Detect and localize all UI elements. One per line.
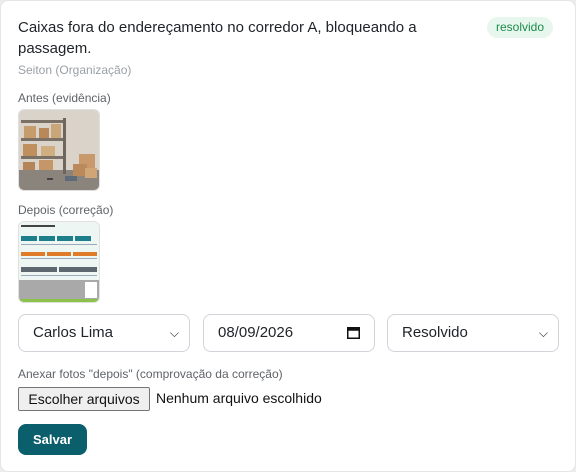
issue-category: Seiton (Organização)	[18, 63, 132, 77]
save-button[interactable]: Salvar	[18, 424, 87, 455]
before-label: Antes (evidência)	[18, 91, 111, 105]
issue-title: Caixas fora do endereçamento no corredor…	[18, 19, 417, 57]
date-value: 08/09/2026	[218, 324, 294, 341]
status-badge: resolvido	[487, 17, 554, 38]
chevron-down-icon: ⌵	[538, 326, 548, 340]
status-value: Resolvido	[402, 324, 468, 341]
choose-files-button[interactable]: Escolher arquivos	[18, 387, 150, 411]
chevron-down-icon: ⌵	[169, 326, 179, 340]
file-status: Nenhum arquivo escolhido	[156, 390, 322, 406]
after-label: Depois (correção)	[18, 203, 114, 217]
calendar-icon[interactable]	[347, 326, 360, 339]
date-input[interactable]: 08/09/2026	[203, 314, 375, 352]
responsible-value: Carlos Lima	[33, 324, 114, 341]
upload-label: Anexar fotos "depois" (comprovação da co…	[18, 367, 283, 381]
issue-card: Caixas fora do endereçamento no corredor…	[0, 0, 576, 472]
after-photo[interactable]	[18, 221, 100, 303]
status-select[interactable]: Resolvido ⌵	[387, 314, 559, 352]
responsible-select[interactable]: Carlos Lima ⌵	[18, 314, 190, 352]
before-photo[interactable]	[18, 109, 100, 191]
